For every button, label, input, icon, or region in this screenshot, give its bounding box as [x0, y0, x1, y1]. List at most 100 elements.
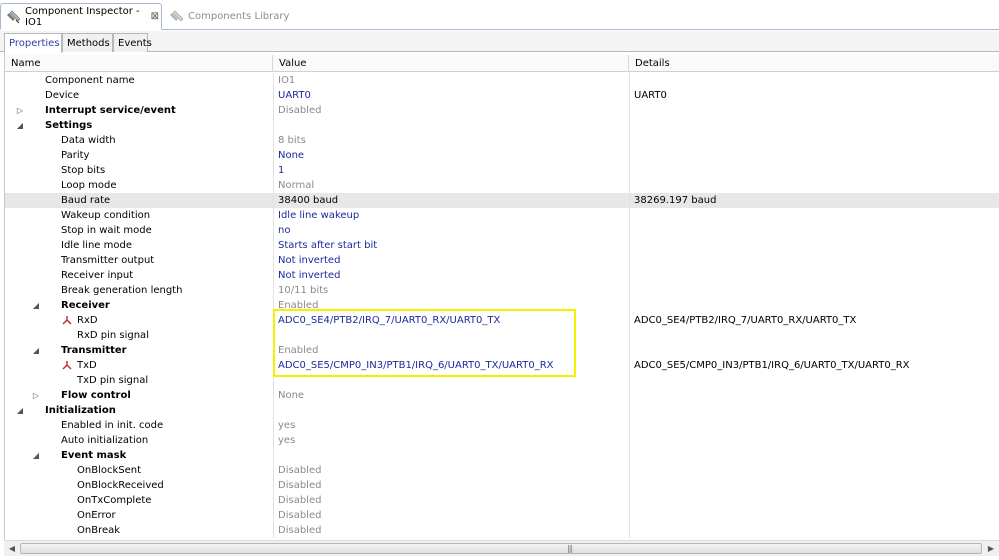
table-row[interactable]: Enabled in init. code yes — [5, 418, 999, 433]
table-row[interactable]: Stop in wait mode no — [5, 223, 999, 238]
property-value[interactable]: Normal — [273, 178, 628, 193]
property-value[interactable]: Disabled — [273, 508, 628, 523]
table-row[interactable]: ▷ Interrupt service/event Disabled — [5, 103, 999, 118]
name-cell: ◢ Settings — [5, 118, 272, 133]
component-inspector-icon — [7, 10, 21, 24]
table-row[interactable]: ▷ Flow control None — [5, 388, 999, 403]
table-row[interactable]: Auto initialization yes — [5, 433, 999, 448]
property-name: Auto initialization — [61, 435, 149, 446]
table-row[interactable]: Idle line mode Starts after start bit — [5, 238, 999, 253]
tab-methods[interactable]: Methods — [62, 33, 113, 52]
table-row[interactable]: ◢ Transmitter Enabled — [5, 343, 999, 358]
column-header-name[interactable]: Name — [5, 55, 273, 72]
scroll-right-arrow-icon[interactable]: ▶ — [984, 542, 998, 556]
name-cell: Baud rate — [5, 193, 272, 208]
table-row[interactable]: Parity None — [5, 148, 999, 163]
property-details: UART0 — [629, 88, 999, 103]
expand-triangle-icon[interactable]: ◢ — [31, 448, 41, 463]
property-value[interactable]: 38400 baud — [273, 193, 628, 208]
name-cell: ▷ Flow control — [5, 388, 272, 403]
scroll-thumb[interactable]: ||| — [20, 543, 982, 554]
table-row[interactable]: Component name IO1 — [5, 73, 999, 88]
table-row[interactable]: OnBreak Disabled — [5, 523, 999, 538]
column-header-details[interactable]: Details — [629, 55, 999, 72]
table-row[interactable]: ◢ Settings — [5, 118, 999, 133]
close-icon[interactable]: ⊠ — [149, 11, 161, 22]
property-value[interactable]: Disabled — [273, 463, 628, 478]
collapse-triangle-icon[interactable]: ▷ — [31, 388, 41, 403]
property-value[interactable]: Starts after start bit — [273, 238, 628, 253]
property-value[interactable] — [273, 118, 628, 133]
table-row[interactable]: Receiver input Not inverted — [5, 268, 999, 283]
property-value[interactable]: Not inverted — [273, 253, 628, 268]
property-name: Device — [45, 90, 80, 101]
property-value[interactable] — [273, 373, 628, 388]
expand-triangle-icon[interactable]: ◢ — [15, 118, 25, 133]
table-row[interactable]: Wakeup condition Idle line wakeup — [5, 208, 999, 223]
property-name: RxD — [77, 315, 98, 326]
table-row[interactable]: ◢ Initialization — [5, 403, 999, 418]
expand-triangle-icon[interactable]: ◢ — [31, 298, 41, 313]
property-value[interactable]: UART0 — [273, 88, 628, 103]
scroll-left-arrow-icon[interactable]: ◀ — [5, 542, 19, 556]
name-cell: Component name — [5, 73, 272, 88]
property-details — [629, 373, 999, 388]
property-value[interactable]: ADC0_SE5/CMP0_IN3/PTB1/IRQ_6/UART0_TX/UA… — [273, 358, 628, 373]
property-value[interactable]: None — [273, 148, 628, 163]
property-details — [629, 253, 999, 268]
table-row[interactable]: RxD ADC0_SE4/PTB2/IRQ_7/UART0_RX/UART0_TX… — [5, 313, 999, 328]
property-name: OnError — [77, 510, 116, 521]
tab-properties[interactable]: Properties — [4, 33, 62, 53]
table-row[interactable]: Baud rate 38400 baud 38269.197 baud — [5, 193, 999, 208]
property-value[interactable]: Disabled — [273, 523, 628, 538]
property-value[interactable]: Enabled — [273, 343, 628, 358]
table-row[interactable]: ◢ Receiver Enabled — [5, 298, 999, 313]
property-value[interactable]: Disabled — [273, 493, 628, 508]
expand-triangle-icon[interactable]: ◢ — [15, 403, 25, 418]
property-value[interactable]: None — [273, 388, 628, 403]
property-value[interactable]: 10/11 bits — [273, 283, 628, 298]
property-value[interactable] — [273, 403, 628, 418]
property-name: Settings — [45, 120, 93, 131]
property-value[interactable]: Enabled — [273, 298, 628, 313]
name-cell: TxD — [5, 358, 272, 373]
property-value[interactable]: ADC0_SE4/PTB2/IRQ_7/UART0_RX/UART0_TX — [273, 313, 628, 328]
property-value[interactable]: IO1 — [273, 73, 628, 88]
property-value[interactable]: Disabled — [273, 478, 628, 493]
collapse-triangle-icon[interactable]: ▷ — [15, 103, 25, 118]
property-value[interactable]: yes — [273, 418, 628, 433]
property-name: Receiver input — [61, 270, 134, 281]
table-row[interactable]: Break generation length 10/11 bits — [5, 283, 999, 298]
column-header-value[interactable]: Value — [273, 55, 629, 72]
property-value[interactable]: Disabled — [273, 103, 628, 118]
property-value[interactable]: 1 — [273, 163, 628, 178]
tab-components-library[interactable]: Components Library — [164, 3, 294, 30]
table-row[interactable]: OnBlockSent Disabled — [5, 463, 999, 478]
table-row[interactable]: OnTxComplete Disabled — [5, 493, 999, 508]
property-value[interactable]: yes — [273, 433, 628, 448]
name-cell: Stop in wait mode — [5, 223, 272, 238]
table-row[interactable]: OnError Disabled — [5, 508, 999, 523]
property-value[interactable] — [273, 448, 628, 463]
components-library-icon — [170, 10, 184, 24]
table-row[interactable]: TxD pin signal — [5, 373, 999, 388]
table-row[interactable]: RxD pin signal — [5, 328, 999, 343]
property-details: ADC0_SE4/PTB2/IRQ_7/UART0_RX/UART0_TX — [629, 313, 999, 328]
property-value[interactable]: Idle line wakeup — [273, 208, 628, 223]
table-row[interactable]: Stop bits 1 — [5, 163, 999, 178]
table-row[interactable]: TxD ADC0_SE5/CMP0_IN3/PTB1/IRQ_6/UART0_TX… — [5, 358, 999, 373]
table-row[interactable]: Device UART0 UART0 — [5, 88, 999, 103]
expand-triangle-icon[interactable]: ◢ — [31, 343, 41, 358]
property-value[interactable]: Not inverted — [273, 268, 628, 283]
table-row[interactable]: ◢ Event mask — [5, 448, 999, 463]
table-row[interactable]: Loop mode Normal — [5, 178, 999, 193]
property-value[interactable]: no — [273, 223, 628, 238]
property-value[interactable]: 8 bits — [273, 133, 628, 148]
table-row[interactable]: Transmitter output Not inverted — [5, 253, 999, 268]
horizontal-scrollbar[interactable]: ◀ ||| ▶ — [4, 540, 999, 556]
tab-events[interactable]: Events — [113, 33, 152, 52]
table-row[interactable]: Data width 8 bits — [5, 133, 999, 148]
tab-component-inspector[interactable]: Component Inspector - IO1 ⊠ — [0, 3, 162, 30]
property-value[interactable] — [273, 328, 628, 343]
table-row[interactable]: OnBlockReceived Disabled — [5, 478, 999, 493]
